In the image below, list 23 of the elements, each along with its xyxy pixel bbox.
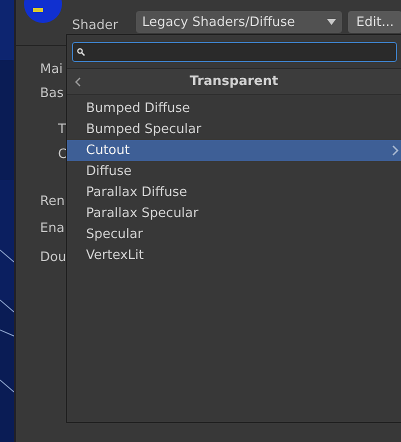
menu-item[interactable]: Bumped Specular [67, 119, 401, 140]
menu-item[interactable]: VertexLit [67, 245, 401, 266]
shader-dropdown[interactable]: Legacy Shaders/Diffuse [136, 11, 342, 33]
edit-button[interactable]: Edit... [348, 11, 401, 33]
caret-icon [327, 19, 336, 25]
property-label: T [58, 121, 66, 139]
property-label: Ren [40, 193, 65, 211]
menu-item[interactable]: Cutout [67, 140, 401, 161]
property-label: Bas [40, 85, 64, 103]
menu-item[interactable]: Parallax Specular [67, 203, 401, 224]
back-icon[interactable] [75, 77, 81, 87]
property-label: Ena [40, 220, 64, 238]
search-icon [77, 48, 85, 56]
chevron-icon [392, 145, 399, 156]
shader-label: Shader [72, 18, 118, 33]
property-label: Mai [40, 61, 63, 79]
menu-item[interactable]: Specular [67, 224, 401, 245]
menu-header: Transparent [190, 74, 278, 89]
menu-item[interactable]: Parallax Diffuse [67, 182, 401, 203]
menu-item[interactable]: Bumped Diffuse [67, 98, 401, 119]
search-field[interactable] [72, 42, 397, 62]
property-label: Dou [40, 249, 66, 267]
menu-item[interactable]: Diffuse [67, 161, 401, 182]
